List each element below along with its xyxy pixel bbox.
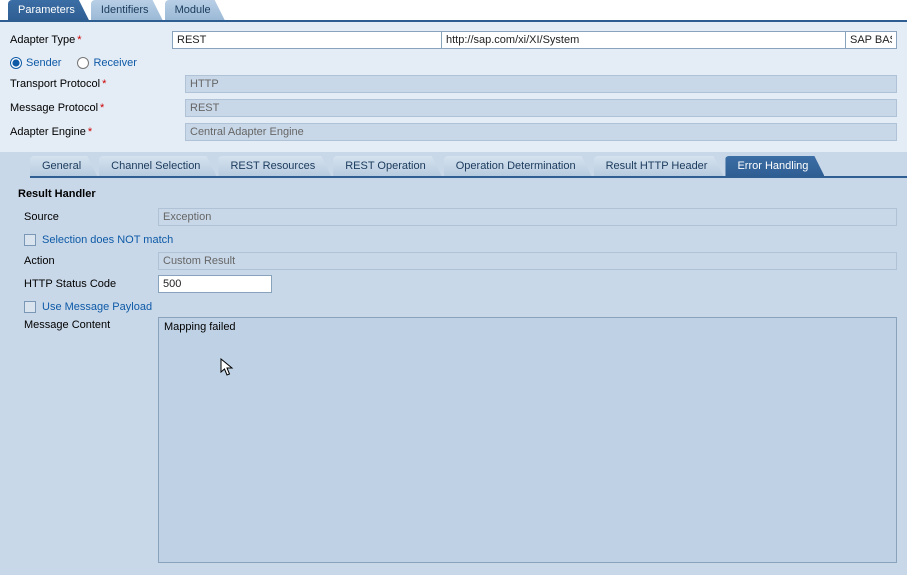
adapter-swcv-input[interactable] [845, 31, 897, 49]
receiver-radio-label: Receiver [93, 57, 136, 69]
source-input[interactable] [158, 208, 897, 226]
subtab-rest-operation[interactable]: REST Operation [333, 156, 442, 176]
message-protocol-input[interactable] [185, 99, 897, 117]
message-protocol-label: Message Protocol* [10, 102, 185, 114]
sub-tab-strip: General Channel Selection REST Resources… [30, 158, 907, 178]
message-content-label: Message Content [18, 317, 158, 331]
top-tab-strip: Parameters Identifiers Module [0, 0, 907, 20]
action-input[interactable] [158, 252, 897, 270]
result-handler-title: Result Handler [18, 188, 897, 200]
subtab-channel-selection[interactable]: Channel Selection [99, 156, 216, 176]
adapter-engine-label: Adapter Engine* [10, 126, 185, 138]
sender-radio[interactable]: Sender [10, 57, 61, 69]
subtab-general[interactable]: General [30, 156, 97, 176]
adapter-engine-input[interactable] [185, 123, 897, 141]
adapter-namespace-input[interactable] [441, 31, 846, 49]
use-message-payload-checkbox[interactable] [24, 301, 36, 313]
selection-not-match-label: Selection does NOT match [42, 234, 173, 246]
transport-protocol-label: Transport Protocol* [10, 78, 185, 90]
receiver-radio-input[interactable] [77, 57, 89, 69]
source-label: Source [18, 211, 158, 223]
selection-not-match-checkbox[interactable] [24, 234, 36, 246]
tab-parameters[interactable]: Parameters [8, 0, 89, 20]
sender-radio-input[interactable] [10, 57, 22, 69]
adapter-type-label: Adapter Type* [10, 34, 172, 46]
tab-identifiers[interactable]: Identifiers [91, 0, 163, 20]
subtab-rest-resources[interactable]: REST Resources [218, 156, 331, 176]
adapter-config-panel: Adapter Type* Sender Receiver Transport … [0, 22, 907, 152]
http-status-input[interactable] [158, 275, 272, 293]
receiver-radio[interactable]: Receiver [77, 57, 136, 69]
adapter-type-input[interactable] [172, 31, 442, 49]
transport-protocol-input[interactable] [185, 75, 897, 93]
http-status-label: HTTP Status Code [18, 278, 158, 290]
use-message-payload-label: Use Message Payload [42, 301, 152, 313]
subtab-operation-determination[interactable]: Operation Determination [444, 156, 592, 176]
error-handling-panel: Result Handler Source Selection does NOT… [0, 178, 907, 575]
message-content-textarea[interactable] [158, 317, 897, 563]
subtab-error-handling[interactable]: Error Handling [725, 156, 824, 176]
tab-module[interactable]: Module [165, 0, 225, 20]
action-label: Action [18, 255, 158, 267]
subtab-result-http-header[interactable]: Result HTTP Header [594, 156, 724, 176]
sender-radio-label: Sender [26, 57, 61, 69]
